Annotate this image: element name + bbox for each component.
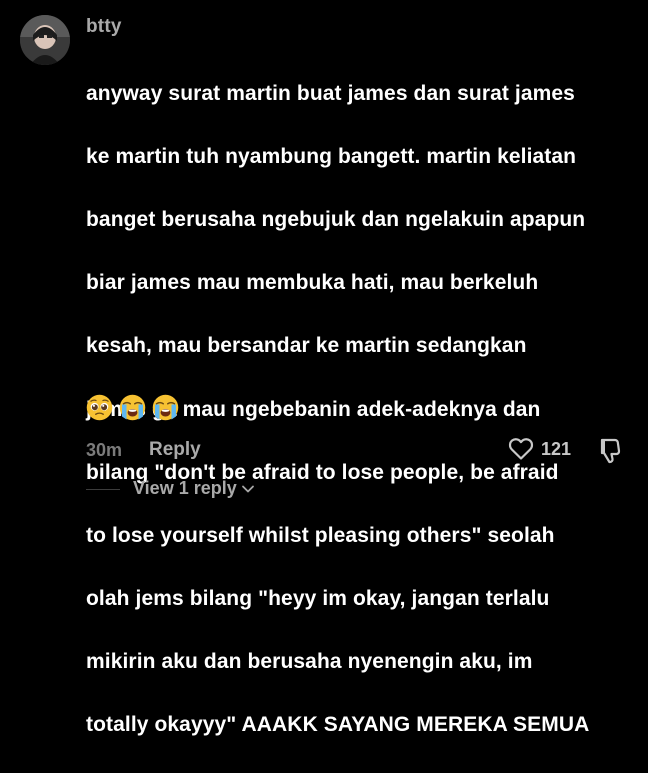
replies-toggle-row: View 1 reply bbox=[86, 476, 386, 502]
comment-item: btty anyway surat martin buat james dan … bbox=[0, 0, 648, 736]
comment-line: banget berusaha ngebujuk dan ngelakuin a… bbox=[86, 207, 586, 231]
view-replies-button[interactable]: View 1 reply bbox=[133, 478, 255, 499]
comment-line: mikirin aku dan berusaha nyenengin aku, … bbox=[86, 650, 533, 674]
avatar-image bbox=[20, 15, 70, 65]
comment-line: ke martin tuh nyambung bangett. martin k… bbox=[86, 144, 577, 168]
comment-username[interactable]: btty bbox=[86, 16, 122, 38]
like-button[interactable]: 121 bbox=[508, 437, 571, 461]
heart-outline-icon bbox=[508, 438, 534, 460]
view-replies-label: View 1 reply bbox=[133, 478, 237, 498]
comment-emojis bbox=[86, 394, 179, 421]
comment-actions: 30m Reply 121 bbox=[86, 437, 631, 465]
comment-line: to lose yourself whilst pleasing others"… bbox=[86, 523, 555, 547]
reply-button[interactable]: Reply bbox=[149, 439, 201, 461]
replies-divider bbox=[86, 489, 120, 490]
dislike-button[interactable] bbox=[597, 437, 625, 470]
comment-timestamp: 30m bbox=[86, 440, 123, 460]
comment-line: anyway surat martin buat james dan surat… bbox=[86, 81, 575, 105]
comment-line: totally okayyy" AAAKK SAYANG MEREKA SEMU… bbox=[86, 713, 590, 737]
avatar[interactable] bbox=[20, 15, 70, 65]
chevron-down-icon bbox=[241, 485, 254, 492]
comment-line: kesah, mau bersandar ke martin sedangkan bbox=[86, 334, 527, 358]
like-count: 121 bbox=[541, 438, 572, 459]
loudly-crying-face-emoji-icon bbox=[119, 394, 146, 421]
thumbs-down-outline-icon bbox=[600, 438, 621, 464]
pleading-face-emoji-icon bbox=[86, 394, 113, 421]
comment-line: olah jems bilang "heyy im okay, jangan t… bbox=[86, 587, 550, 611]
comment-line: biar james mau membuka hati, mau berkelu… bbox=[86, 271, 539, 295]
loudly-crying-face-emoji-icon bbox=[152, 394, 179, 421]
